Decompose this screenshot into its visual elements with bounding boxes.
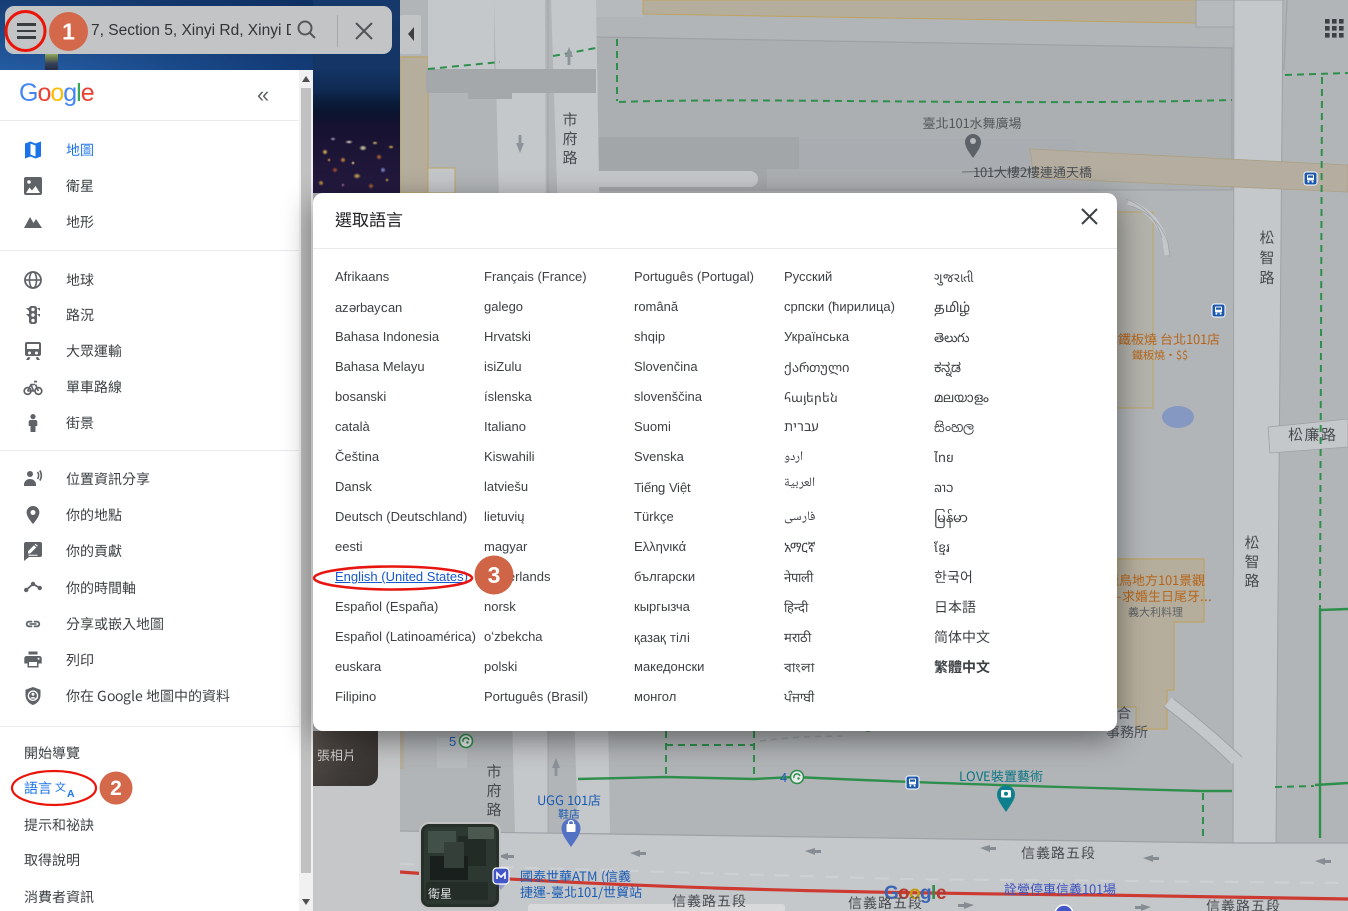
- svg-text:5: 5: [449, 734, 456, 749]
- svg-text:g: g: [920, 883, 932, 904]
- svg-text:4: 4: [780, 770, 787, 785]
- svg-text:G: G: [884, 883, 899, 904]
- svg-text:o: o: [898, 883, 910, 904]
- svg-text:o: o: [909, 883, 921, 904]
- svg-text:e: e: [936, 883, 947, 904]
- svg-text:l: l: [931, 883, 936, 904]
